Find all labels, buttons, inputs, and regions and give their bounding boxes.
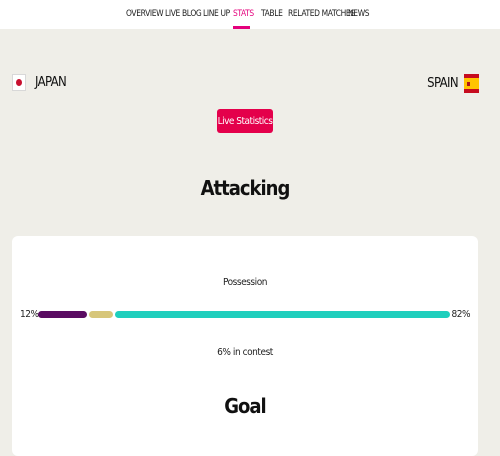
home-team[interactable]: JAPAN (12, 74, 67, 91)
nav-item-related-matches[interactable]: RELATED MATCHES (288, 8, 355, 18)
nav-item-news[interactable]: NEWS (348, 8, 370, 18)
home-possession-bar (38, 311, 87, 318)
section-title-attacking: Attacking (200, 176, 291, 200)
contest-label: 6% in contest (217, 347, 273, 358)
nav-item-line-up[interactable]: LINE UP (203, 8, 230, 18)
possession-label: Possession (222, 277, 268, 288)
possession-stat-card: Possession 12% 82% 6% in contest Goal (12, 236, 478, 456)
nav-item-stats[interactable]: STATS (233, 8, 254, 18)
away-possession-value: 82% (451, 309, 471, 320)
live-statistics-badge[interactable]: Live Statistics (217, 109, 273, 133)
away-possession-bar (115, 311, 450, 318)
section-title-goal: Goal (224, 394, 266, 418)
japan-flag-icon (12, 74, 26, 91)
spain-flag-icon (464, 74, 479, 93)
contest-possession-bar (88, 311, 114, 318)
away-team-name: SPAIN (427, 76, 458, 91)
nav-item-live-blog[interactable]: LIVE BLOG (165, 8, 202, 18)
nav-item-overview[interactable]: OVERVIEW (126, 8, 164, 18)
away-team[interactable]: SPAIN (427, 74, 479, 93)
active-tab-indicator (233, 26, 250, 29)
top-navigation: OVERVIEW LIVE BLOG LINE UP STATS TABLE R… (0, 0, 500, 29)
nav-item-table[interactable]: TABLE (261, 8, 283, 18)
home-possession-value: 12% (20, 309, 39, 320)
home-team-name: JAPAN (35, 75, 67, 90)
